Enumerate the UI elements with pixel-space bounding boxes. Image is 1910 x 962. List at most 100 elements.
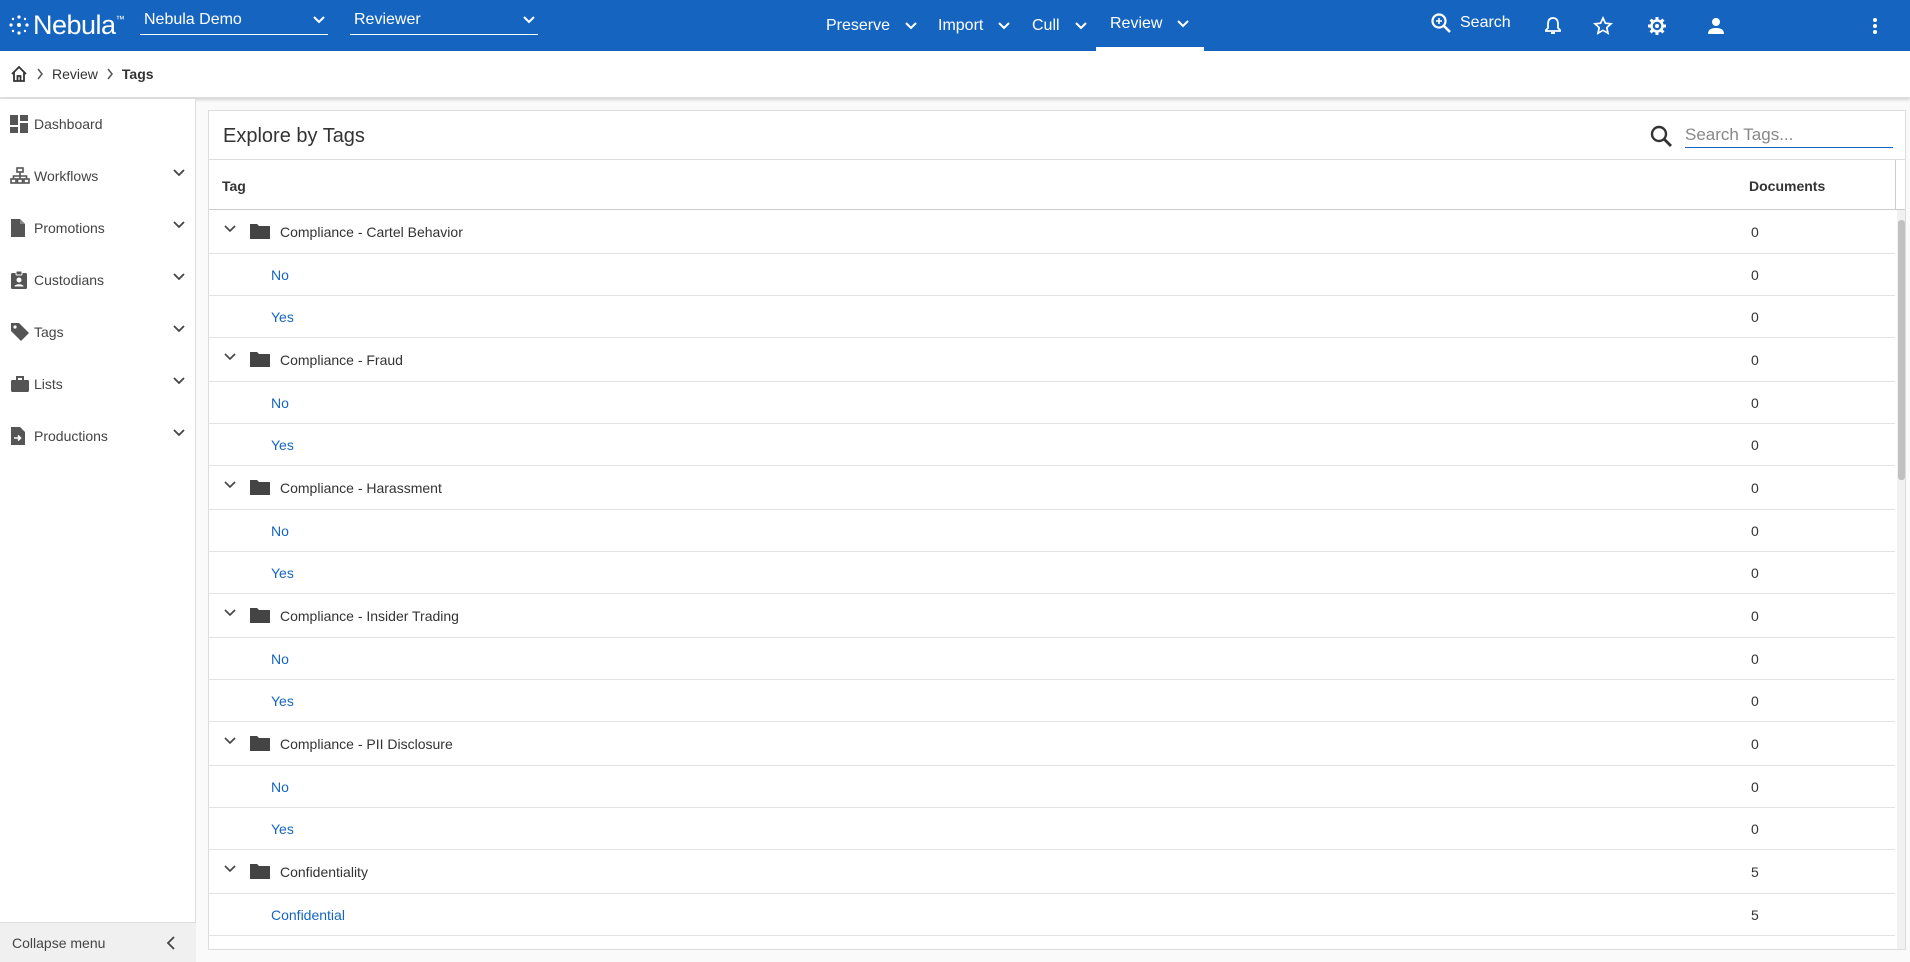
tag-value-link[interactable]: Yes <box>271 309 294 325</box>
folder-icon <box>250 864 270 879</box>
sidebar-item-tags[interactable]: Tags <box>0 312 196 352</box>
document-count: 0 <box>1751 352 1759 368</box>
search-tags-input[interactable] <box>1685 123 1893 148</box>
chevron-down-icon <box>173 377 185 385</box>
folder-icon <box>250 224 270 239</box>
notifications-button[interactable] <box>1540 13 1566 39</box>
tag-value-row: No 0 <box>209 510 1895 552</box>
account-button[interactable] <box>1703 13 1729 39</box>
tag-value-row: Confidential 5 <box>209 894 1895 936</box>
nav-import[interactable]: Import <box>938 0 1011 51</box>
tag-folder-name: Compliance - Cartel Behavior <box>280 224 463 240</box>
role-select[interactable]: Reviewer <box>350 10 538 35</box>
column-header-documents[interactable]: Documents <box>1749 178 1825 194</box>
logo-text: Nebula <box>33 9 116 40</box>
tag-value-link[interactable]: Yes <box>271 437 294 453</box>
nav-cull-label: Cull <box>1032 16 1060 34</box>
nav-review[interactable]: Review <box>1096 0 1205 51</box>
tag-icon <box>10 321 32 343</box>
logo-trademark: ™ <box>115 14 125 24</box>
tag-value-link[interactable]: No <box>271 779 289 795</box>
column-resize-handle[interactable] <box>1895 160 1896 210</box>
chevron-down-icon[interactable] <box>223 736 237 746</box>
chevron-down-icon <box>173 429 185 437</box>
breadcrumb-review[interactable]: Review <box>52 66 98 82</box>
sidebar-item-promotions[interactable]: Promotions <box>0 208 196 248</box>
tag-folder-name: Compliance - Harassment <box>280 480 442 496</box>
folder-icon <box>250 480 270 495</box>
tag-value-link[interactable]: No <box>271 523 289 539</box>
tag-folder-row[interactable]: Compliance - Cartel Behavior 0 <box>209 210 1895 254</box>
tag-value-row: No 0 <box>209 382 1895 424</box>
chevron-down-icon[interactable] <box>223 864 237 874</box>
document-count: 0 <box>1751 608 1759 624</box>
sidebar-item-lists[interactable]: Lists <box>0 364 196 404</box>
folder-icon <box>250 736 270 751</box>
more-menu-button[interactable] <box>1862 13 1888 39</box>
tag-folder-row[interactable]: Compliance - PII Disclosure 0 <box>209 722 1895 766</box>
document-count: 0 <box>1751 523 1759 539</box>
chevron-down-icon[interactable] <box>223 224 237 234</box>
chevron-down-icon <box>998 21 1011 29</box>
tag-value-row: Yes 0 <box>209 552 1895 594</box>
chevron-right-icon <box>37 68 43 80</box>
nav-review-label: Review <box>1110 14 1163 32</box>
chevron-down-icon[interactable] <box>223 608 237 618</box>
tag-folder-row[interactable]: Confidentiality 5 <box>209 850 1895 894</box>
tag-folder-row[interactable]: Compliance - Fraud 0 <box>209 338 1895 382</box>
document-count: 0 <box>1751 309 1759 325</box>
chevron-down-icon[interactable] <box>223 352 237 362</box>
tag-folder-name: Compliance - Insider Trading <box>280 608 459 624</box>
tag-value-link[interactable]: Yes <box>271 565 294 581</box>
sidebar-item-workflows[interactable]: Workflows <box>0 156 196 196</box>
nav-preserve[interactable]: Preserve <box>826 0 918 51</box>
table-scrollbar[interactable] <box>1897 210 1905 949</box>
global-search-button[interactable]: Search <box>1430 12 1511 34</box>
scrollbar-thumb[interactable] <box>1898 220 1905 480</box>
tag-value-row: Yes 0 <box>209 296 1895 338</box>
document-count: 0 <box>1751 736 1759 752</box>
tag-value-row: Yes 0 <box>209 680 1895 722</box>
sidebar-item-dashboard[interactable]: Dashboard <box>0 104 196 144</box>
nav-preserve-label: Preserve <box>826 16 891 34</box>
sitemap-icon <box>10 165 32 187</box>
document-count: 5 <box>1751 864 1759 880</box>
tag-folder-name: Confidentiality <box>280 864 368 880</box>
home-icon[interactable] <box>10 65 28 83</box>
tag-value-link[interactable]: No <box>271 267 289 283</box>
project-select[interactable]: Nebula Demo <box>140 10 328 35</box>
document-count: 0 <box>1751 565 1759 581</box>
tag-folder-row[interactable]: Compliance - Harassment 0 <box>209 466 1895 510</box>
tag-value-link[interactable]: No <box>271 395 289 411</box>
tag-folder-name: Compliance - PII Disclosure <box>280 736 453 752</box>
explore-tags-panel: Explore by Tags Tag Documents Compliance… <box>208 110 1906 950</box>
tag-value-link[interactable]: No <box>271 651 289 667</box>
folder-icon <box>250 608 270 623</box>
nebula-logo-icon <box>9 15 29 35</box>
tag-value-link[interactable]: Confidential <box>271 907 345 923</box>
tag-value-link[interactable]: Yes <box>271 821 294 837</box>
folder-icon <box>250 352 270 367</box>
top-app-bar: Nebula ™ Nebula Demo Reviewer Preserve I… <box>0 0 1910 51</box>
tag-folder-row[interactable]: Compliance - Insider Trading 0 <box>209 594 1895 638</box>
sidebar-item-custodians[interactable]: Custodians <box>0 260 196 300</box>
chevron-down-icon[interactable] <box>223 480 237 490</box>
nebula-logo[interactable]: Nebula ™ <box>8 9 125 40</box>
settings-button[interactable] <box>1644 13 1670 39</box>
column-header-tag[interactable]: Tag <box>222 178 246 194</box>
tag-value-row: No 0 <box>209 766 1895 808</box>
chevron-down-icon <box>173 273 185 281</box>
tag-value-row: No 0 <box>209 254 1895 296</box>
favorites-button[interactable] <box>1590 13 1616 39</box>
search-zoom-icon <box>1431 13 1451 33</box>
project-select-value: Nebula Demo <box>144 11 242 28</box>
sidebar-item-productions[interactable]: Productions <box>0 416 196 456</box>
document-count: 5 <box>1751 907 1759 923</box>
gear-icon <box>1648 17 1666 35</box>
tag-folder-name: Compliance - Fraud <box>280 352 403 368</box>
chevron-down-icon <box>1074 21 1087 29</box>
page-title: Explore by Tags <box>223 125 365 147</box>
collapse-menu-button[interactable]: Collapse menu <box>0 922 196 962</box>
nav-cull[interactable]: Cull <box>1032 0 1088 51</box>
tag-value-link[interactable]: Yes <box>271 693 294 709</box>
